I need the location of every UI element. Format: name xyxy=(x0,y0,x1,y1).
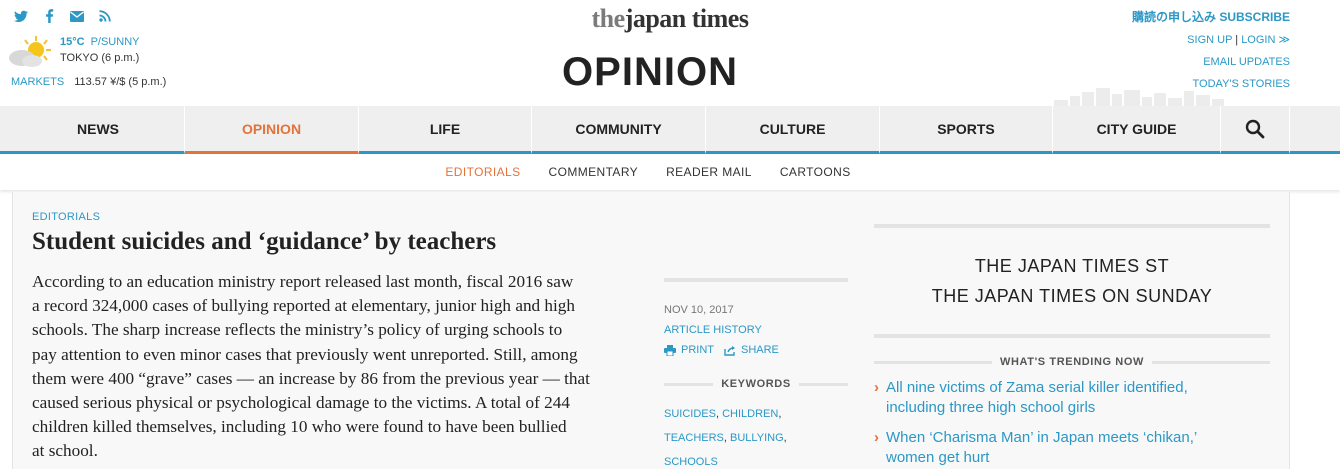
print-button[interactable]: PRINT xyxy=(664,344,714,356)
trending-text: When ‘Charisma Man’ in Japan meets ‘chik… xyxy=(886,429,1198,446)
article-actions: PRINT SHARE xyxy=(664,344,848,356)
promo-box[interactable]: THE JAPAN TIMES ST THE JAPAN TIMES ON SU… xyxy=(874,228,1270,334)
nav-item-sports[interactable]: SPORTS xyxy=(880,106,1053,154)
body-line: According to an education ministry repor… xyxy=(32,272,574,291)
subnav-reader-mail[interactable]: READER MAIL xyxy=(666,165,752,179)
trending-text: women get hurt xyxy=(886,449,990,466)
account-links: 購読の申し込み SUBSCRIBE SIGN UP | LOGIN ≫ EMAI… xyxy=(1132,6,1290,95)
print-label: PRINT xyxy=(681,344,714,356)
logo-name: japan times xyxy=(624,4,749,33)
nav-item-community[interactable]: COMMUNITY xyxy=(532,106,706,154)
article-meta: NOV 10, 2017 ARTICLE HISTORY PRINT SHARE… xyxy=(664,278,848,469)
nav-item-news[interactable]: NEWS xyxy=(12,106,185,154)
body-line: caused serious physical or psychological… xyxy=(32,393,570,413)
signup-link[interactable]: SIGN UP xyxy=(1187,34,1232,46)
body-line: schools. The sharp increase reflects the… xyxy=(32,320,563,340)
sidebar-divider xyxy=(874,334,1270,338)
search-icon xyxy=(1245,119,1265,138)
subnav-editorials[interactable]: EDITORIALS xyxy=(445,165,520,179)
divider-line xyxy=(664,382,714,386)
share-icon xyxy=(724,345,735,356)
meta-divider xyxy=(664,278,848,282)
keywords-title: KEYWORDS xyxy=(721,378,791,390)
chevron-right-icon: › xyxy=(874,429,879,446)
main-nav: NEWS OPINION LIFE COMMUNITY CULTURE SPOR… xyxy=(0,106,1340,154)
share-label: SHARE xyxy=(741,344,779,356)
trending-item[interactable]: › All nine victims of Zama serial killer… xyxy=(874,378,1270,418)
keyword-list: SUICIDES, CHILDREN, TEACHERS, BULLYING, … xyxy=(664,402,848,469)
divider-line xyxy=(874,360,993,364)
weather-condition: P/SUNNY xyxy=(90,36,140,48)
trending-item[interactable]: › When ‘Charisma Man’ in Japan meets ‘ch… xyxy=(874,428,1270,468)
share-button[interactable]: SHARE xyxy=(724,344,779,356)
trending-heading: WHAT'S TRENDING NOW xyxy=(874,356,1270,368)
trending-text: including three high school girls xyxy=(886,399,1096,416)
nav-edge-left xyxy=(0,106,12,154)
subnav-cartoons[interactable]: CARTOONS xyxy=(780,165,851,179)
chevron-right-icon: › xyxy=(874,379,879,396)
article-history-link[interactable]: ARTICLE HISTORY xyxy=(664,324,848,336)
keyword-separator: , xyxy=(778,408,782,420)
divider-line xyxy=(798,382,848,386)
body-line: a record 324,000 cases of bullying repor… xyxy=(32,296,575,316)
login-link[interactable]: LOGIN ≫ xyxy=(1241,34,1290,46)
body-line: them were 400 “grave” cases — an increas… xyxy=(32,368,590,388)
keyword-link[interactable]: CHILDREN xyxy=(722,408,778,420)
weather-temperature: 15°C xyxy=(60,36,85,48)
print-icon xyxy=(664,344,676,356)
divider-line xyxy=(1151,360,1270,364)
trending-text: All nine victims of Zama serial killer i… xyxy=(886,379,1188,396)
search-button[interactable] xyxy=(1221,106,1290,154)
keyword-link[interactable]: SCHOOLS xyxy=(664,456,718,468)
promo-line: THE JAPAN TIMES ON SUNDAY xyxy=(931,286,1213,306)
keyword-link[interactable]: SUICIDES xyxy=(664,408,716,420)
logo-the: the xyxy=(591,4,626,33)
skyline-decoration xyxy=(1054,88,1224,106)
link-separator: | xyxy=(1232,34,1242,46)
subscribe-link[interactable]: 購読の申し込み SUBSCRIBE xyxy=(1132,10,1290,24)
sidebar: THE JAPAN TIMES ST THE JAPAN TIMES ON SU… xyxy=(874,224,1270,469)
nav-item-life[interactable]: LIFE xyxy=(359,106,532,154)
keyword-separator: , xyxy=(783,432,787,444)
article-headline: Student suicides and ‘guidance’ by teach… xyxy=(32,228,497,255)
keyword-link[interactable]: BULLYING xyxy=(730,432,784,444)
trending-list: › All nine victims of Zama serial killer… xyxy=(874,378,1270,468)
nav-item-city-guide[interactable]: CITY GUIDE xyxy=(1053,106,1221,154)
sub-nav: EDITORIALS COMMENTARY READER MAIL CARTOO… xyxy=(0,154,1340,190)
keywords-heading: KEYWORDS xyxy=(664,378,848,390)
subnav-commentary[interactable]: COMMENTARY xyxy=(549,165,639,179)
article-body: According to an education ministry repor… xyxy=(32,270,648,464)
promo-line: THE JAPAN TIMES ST xyxy=(974,256,1170,276)
body-line: pay attention to even minor cases that p… xyxy=(32,344,578,364)
nav-item-opinion[interactable]: OPINION xyxy=(185,106,359,154)
article-date: NOV 10, 2017 xyxy=(664,304,734,316)
keyword-link[interactable]: TEACHERS xyxy=(664,432,724,444)
nav-item-culture[interactable]: CULTURE xyxy=(706,106,880,154)
body-line: children killed themselves, including 10… xyxy=(32,417,567,437)
body-line: at school. xyxy=(32,441,98,461)
email-updates-link[interactable]: EMAIL UPDATES xyxy=(1203,56,1290,68)
trending-title: WHAT'S TRENDING NOW xyxy=(1000,356,1144,368)
nav-edge-right xyxy=(1290,106,1340,154)
article-category[interactable]: EDITORIALS xyxy=(32,211,100,223)
